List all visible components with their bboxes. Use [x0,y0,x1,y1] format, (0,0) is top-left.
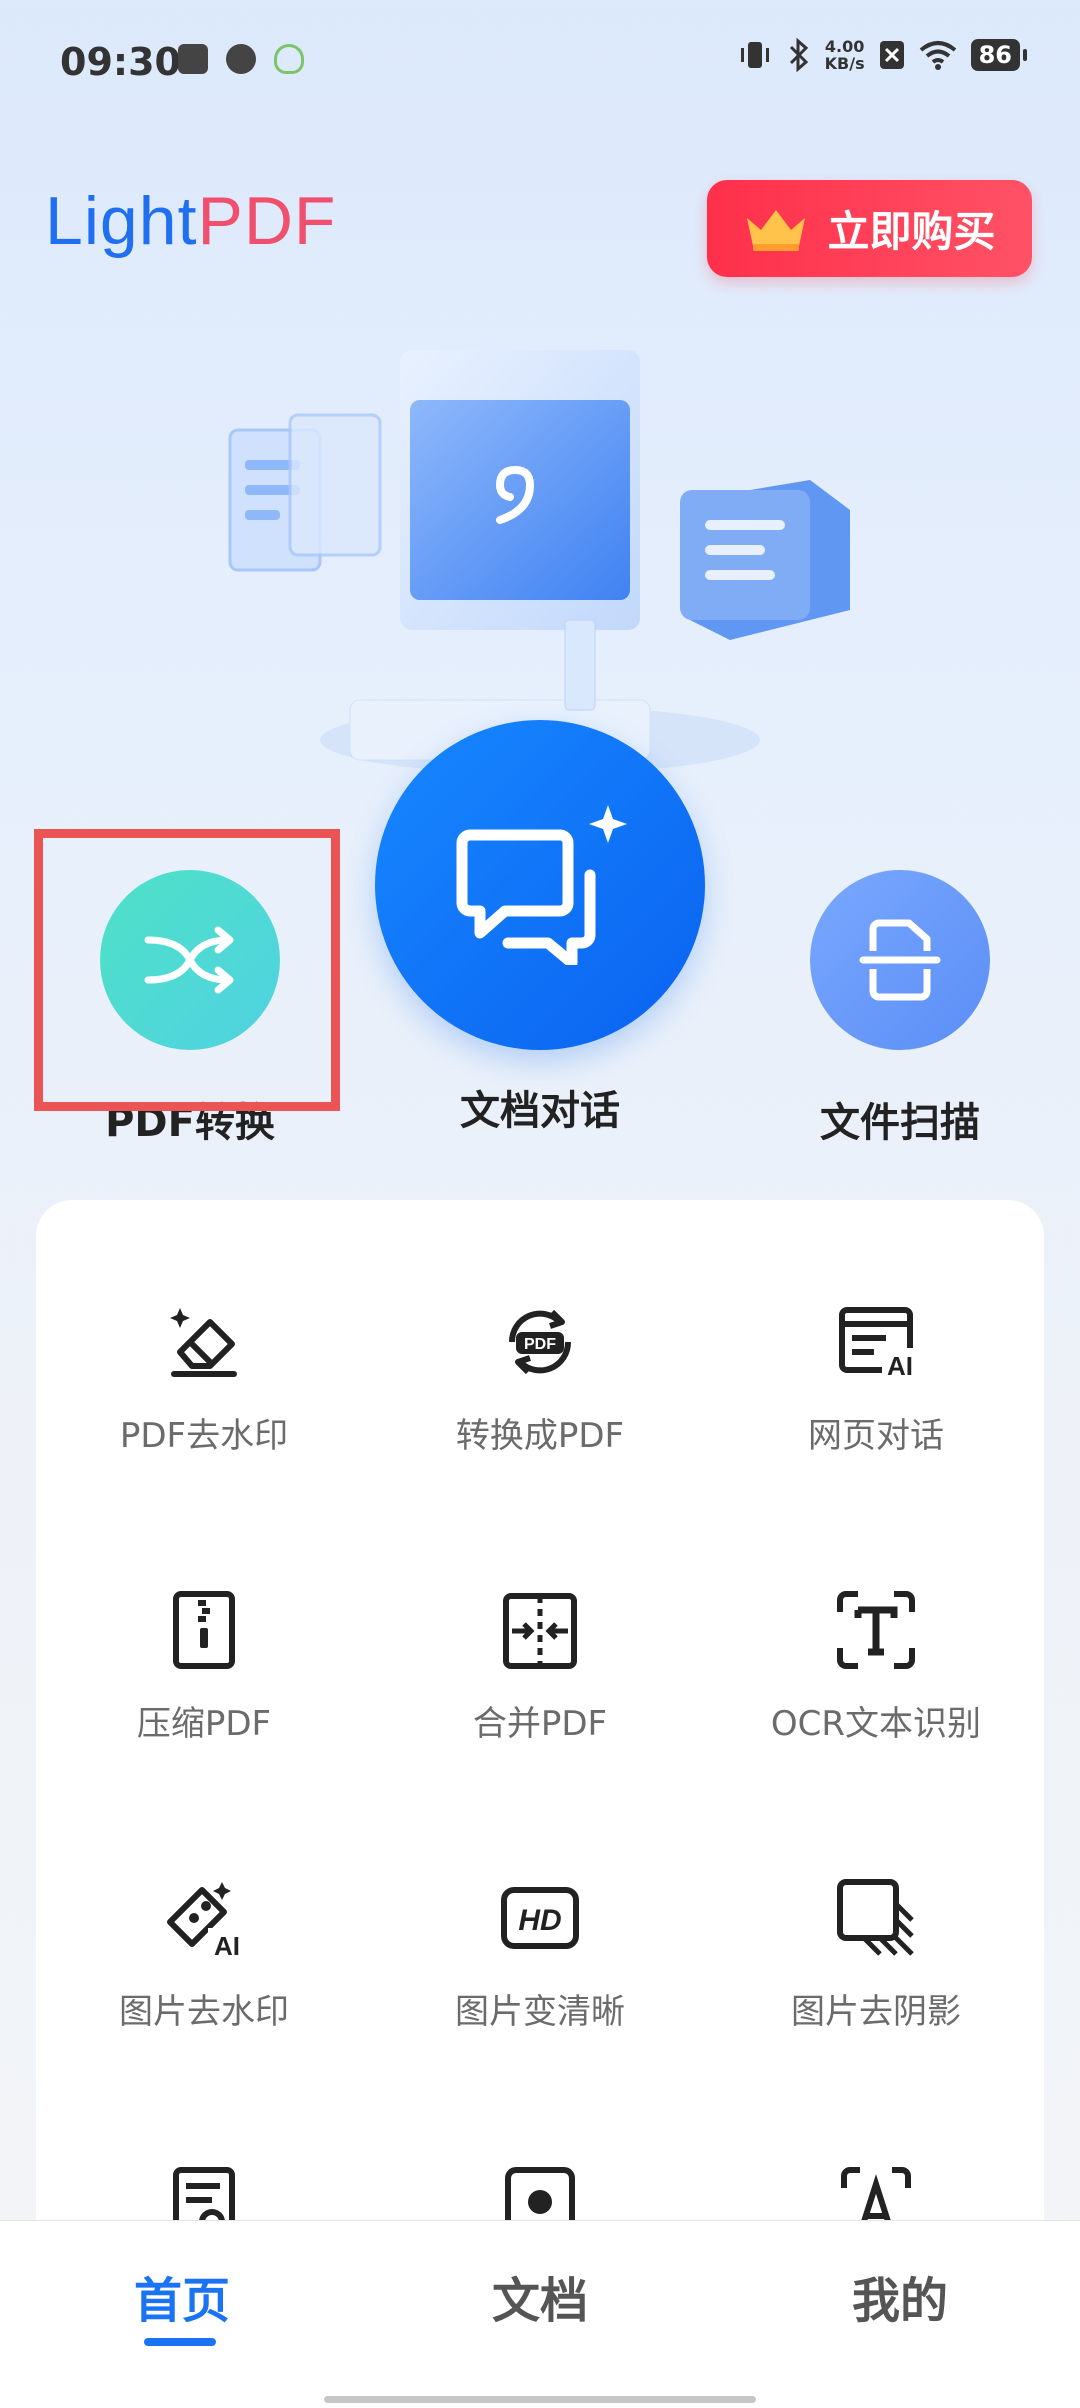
crown-icon [747,209,806,251]
hero-illustration [228,350,850,774]
wifi-icon [919,41,956,70]
tool-label: 图片去阴影 [791,1992,961,2032]
pdf-convert-circle[interactable] [100,870,280,1050]
file-scan-circle[interactable] [810,870,990,1050]
nav-mine[interactable]: 我的 [800,2261,1000,2331]
notification-icons [178,44,304,74]
svg-text:AI: AI [887,1351,913,1381]
tool-label: 图片去水印 [119,1992,289,2032]
tool-shadow-remove[interactable]: 图片去阴影 [708,1876,1044,2033]
hd-icon: HD [501,1887,579,1949]
status-bar: 09:30 4.00 KB/s 86 [0,0,1080,130]
scan-document-icon [859,919,941,1001]
message-icon [178,44,208,74]
tool-convert-to-pdf[interactable]: PDF 转换成PDF [372,1300,708,1457]
pdf-convert-label: PDF转换 [105,1100,275,1146]
chat-sparkle-icon [456,805,627,965]
svg-text:AI: AI [214,1931,240,1960]
doc-chat-circle[interactable] [375,720,705,1050]
buy-now-button[interactable]: 立即购买 [707,180,1032,277]
file-scan-label: 文件扫描 [820,1100,980,1146]
image-eraser-ai-icon: AI [167,1882,246,1960]
chat-bubble-icon [226,44,256,74]
nav-documents[interactable]: 文档 [440,2261,640,2331]
tool-label: 转换成PDF [455,1416,625,1456]
buy-now-label: 立即购买 [827,207,996,256]
doc-chat-feature[interactable]: 文档对话 [370,720,710,1136]
logo-pdf-text: PDF [197,183,337,259]
net-speed-unit: KB/s [824,54,865,73]
pdf-convert-feature[interactable]: PDF转换 [70,870,310,1148]
tool-ocr[interactable]: OCR文本识别 [708,1588,1044,1745]
doc-chat-label: 文档对话 [460,1088,620,1134]
svg-text:PDF: PDF [524,1336,556,1353]
tool-label: 合并PDF [472,1704,608,1744]
webpage-ai-icon: AI [839,1307,916,1381]
tool-label: 网页对话 [808,1416,944,1456]
vibrate-icon [740,42,769,68]
pdf-convert-icon: PDF [508,1309,572,1375]
bluetooth-icon [789,38,808,72]
shuffle-icon [144,926,234,994]
logo-light-text: Light [45,183,198,259]
net-speed-value: 4.00 [824,37,865,56]
system-indicators: 4.00 KB/s 86 [737,38,1028,72]
app-logo: LightPDF [45,182,336,260]
merge-icon [503,1593,577,1669]
ocr-text-icon [837,1591,915,1669]
tool-webpage-chat[interactable]: AI 网页对话 [708,1300,1044,1457]
qq-icon [274,44,304,74]
nav-active-indicator [144,2338,216,2346]
tool-label: 压缩PDF [136,1704,272,1744]
zip-icon [173,1591,235,1669]
tool-merge-pdf[interactable]: 合并PDF [372,1588,708,1745]
status-time: 09:30 [60,40,181,84]
network-speed: 4.00 KB/s [825,38,865,72]
tool-pdf-watermark-remove[interactable]: PDF去水印 [36,1300,372,1457]
tool-label: OCR文本识别 [770,1704,982,1744]
tool-label: 图片变清晰 [455,1992,625,2032]
svg-text:HD: HD [518,1904,561,1937]
home-indicator[interactable] [324,2396,756,2403]
tool-compress-pdf[interactable]: 压缩PDF [36,1588,372,1745]
nav-home[interactable]: 首页 [82,2261,282,2331]
eraser-icon [170,1308,237,1377]
shadow-remove-icon [837,1879,914,1956]
file-scan-feature[interactable]: 文件扫描 [780,870,1020,1148]
sim-off-icon [879,41,904,69]
tool-image-watermark-remove[interactable]: AI 图片去水印 [36,1876,372,2033]
tool-label: PDF去水印 [119,1416,289,1456]
battery-indicator: 86 [970,39,1028,71]
bottom-nav: 首页 文档 我的 [0,2220,1080,2408]
tool-image-enhance[interactable]: HD 图片变清晰 [372,1876,708,2033]
